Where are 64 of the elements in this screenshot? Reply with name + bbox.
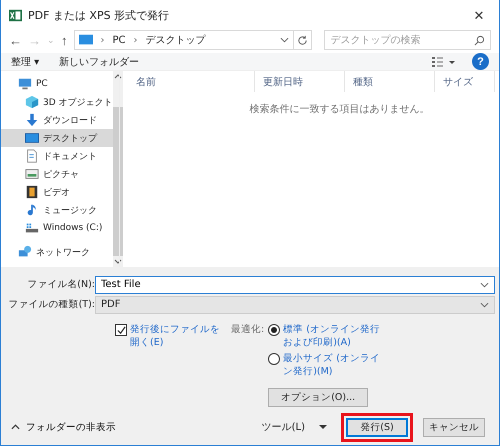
sidebar-item[interactable]: ミュージック (1, 201, 113, 219)
column-header[interactable]: 種類 (345, 71, 435, 92)
sidebar-item[interactable]: Windows (C:) (1, 219, 113, 237)
separator-icon: › (100, 34, 104, 46)
chevron-down-icon[interactable] (480, 282, 489, 288)
view-options-icon[interactable] (432, 56, 456, 68)
path-segment[interactable]: デスクトップ (146, 33, 206, 47)
refresh-button[interactable] (294, 30, 312, 50)
computer-icon (18, 77, 32, 91)
desktop-icon (25, 131, 39, 145)
organize-button[interactable]: 整理 ▾ (11, 54, 40, 68)
dropdown-arrow-icon[interactable] (319, 425, 327, 429)
window-title: PDF または XPS 形式で発行 (28, 8, 170, 22)
chevron-up-icon (11, 424, 20, 430)
radio-label[interactable]: 最小サイズ (オンライン発行)(M) (283, 352, 386, 378)
column-header[interactable]: サイズ (435, 71, 495, 92)
checkbox[interactable] (115, 324, 127, 336)
file-name-field[interactable]: Test File (95, 276, 495, 294)
document-icon (25, 149, 39, 163)
sidebar-item[interactable]: ネットワーク (1, 243, 113, 261)
computer-icon (78, 33, 92, 47)
publish-button[interactable]: 発行(S) (346, 418, 408, 436)
sidebar-item[interactable]: ドキュメント (1, 147, 113, 165)
column-header[interactable]: 名前 (120, 71, 255, 92)
column-header[interactable]: 更新日時 (255, 71, 345, 92)
help-button[interactable]: ? (472, 53, 489, 70)
checkbox-label[interactable]: 発行後にファイルを開く(E) (130, 323, 229, 349)
field-label: ファイルの種類(T): (8, 298, 95, 311)
back-button[interactable]: ← (9, 32, 22, 48)
path-segment[interactable]: PC (112, 34, 126, 46)
search-icon (474, 35, 485, 46)
optimize-label: 最適化: (231, 323, 264, 337)
radio-button[interactable] (268, 353, 280, 365)
separator-icon: › (134, 34, 138, 46)
sidebar-item[interactable]: デスクトップ (1, 129, 113, 147)
sidebar-item[interactable]: 3D オブジェクト (1, 93, 113, 111)
cube-icon (25, 95, 39, 109)
tools-button[interactable]: ツール(L) (262, 420, 305, 434)
down-arrow-icon (25, 113, 39, 127)
search-field[interactable]: デスクトップの検索 (324, 30, 491, 50)
file-type-dropdown[interactable]: PDF (95, 296, 495, 314)
cancel-button[interactable]: キャンセル (423, 418, 485, 436)
sidebar-item[interactable]: ピクチャ (1, 165, 113, 183)
sidebar-item[interactable]: ダウンロード (1, 111, 113, 129)
picture-icon (25, 167, 39, 181)
film-icon (25, 185, 39, 199)
address-bar[interactable]: › PC › デスクトップ (74, 30, 294, 50)
sidebar-item[interactable]: ビデオ (1, 183, 113, 201)
options-button[interactable]: オプション(O)... (268, 388, 368, 407)
network-icon (18, 245, 32, 259)
new-folder-button[interactable]: 新しいフォルダー (59, 54, 140, 68)
empty-message: 検索条件に一致する項目はありません。 (248, 102, 430, 116)
spreadsheet-icon (9, 8, 22, 22)
chevron-down-icon[interactable] (280, 37, 288, 43)
sidebar-item[interactable]: PC (1, 75, 113, 93)
radio-label[interactable]: 標準 (オンライン発行および印刷)(A) (283, 323, 386, 349)
radio-button[interactable] (268, 324, 280, 336)
close-button[interactable]: ✕ (459, 0, 499, 30)
drive-icon (25, 221, 39, 235)
up-button[interactable]: ↑ (61, 32, 68, 48)
hide-folders-button[interactable]: フォルダーの非表示 (11, 420, 116, 434)
refresh-icon (296, 34, 308, 46)
chevron-down-icon (480, 302, 489, 308)
field-label: ファイル名(N): (26, 278, 95, 291)
